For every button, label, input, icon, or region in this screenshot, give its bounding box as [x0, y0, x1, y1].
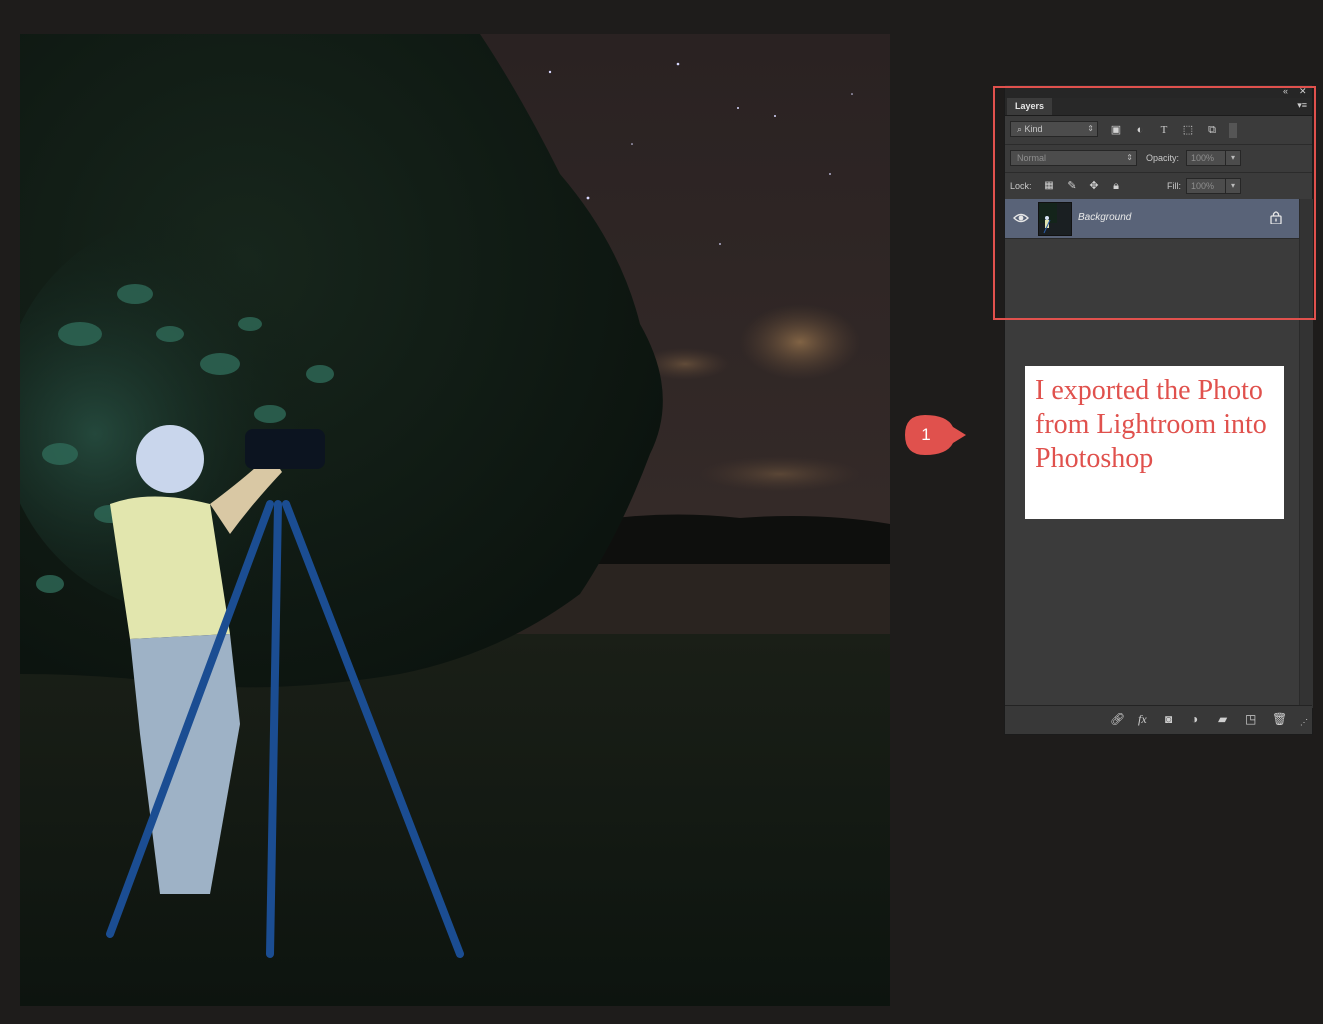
new-layer-icon[interactable]: ◳ [1245, 712, 1256, 726]
trash-icon[interactable]: 🗑︎ [1272, 712, 1287, 726]
link-layers-icon[interactable]: 🔗︎ [1110, 712, 1125, 726]
night-photo-image [20, 34, 890, 1006]
folder-icon[interactable]: ▰ [1218, 712, 1227, 726]
fx-icon[interactable]: fx [1138, 712, 1147, 726]
resize-grip-icon[interactable]: ⋰ [1300, 716, 1308, 730]
annotation-text: I exported the Photo from Lightroom into… [1035, 375, 1267, 474]
step-number: 1 [921, 425, 931, 444]
highlight-box [993, 86, 1316, 320]
document-canvas[interactable] [20, 34, 890, 1006]
panel-bottom-bar: 🔗︎ fx ◙ ◑ ▰ ◳ 🗑︎ ⋰ [1005, 705, 1312, 734]
add-mask-icon[interactable]: ◙ [1165, 712, 1172, 726]
annotation-note: I exported the Photo from Lightroom into… [1025, 366, 1284, 519]
camera [245, 429, 325, 469]
adjustment-layer-icon[interactable]: ◑ [1191, 712, 1198, 726]
